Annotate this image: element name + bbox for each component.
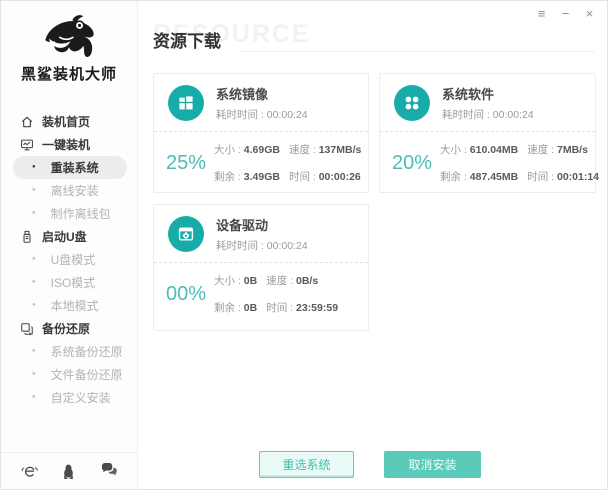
stat-speed: 速度 : 0B/s: [266, 273, 338, 288]
sidebar-item-label: 系统备份还原: [51, 343, 123, 360]
sidebar-item-label: 启动U盘: [42, 228, 87, 245]
ie-icon[interactable]: [21, 463, 38, 480]
card-head-text: 系统软件 耗时时间 : 00:00:24: [442, 84, 534, 122]
sidebar-item-backup-restore[interactable]: 备份还原: [19, 317, 131, 340]
stat-remaining: 剩余 : 487.45MB: [440, 169, 518, 184]
card-header: 系统镜像 耗时时间 : 00:00:24: [154, 74, 368, 132]
card-stats: 20% 大小 : 610.04MB 速度 : 7MB/s 剩余 : 487.45…: [380, 132, 595, 190]
reselect-system-button[interactable]: 重选系统: [259, 451, 354, 478]
sidebar-item-iso-mode[interactable]: ISO模式: [19, 271, 131, 294]
stat-size: 大小 : 4.69GB: [214, 142, 280, 157]
app-logo: 黑鲨装机大师: [1, 1, 137, 84]
app-title: 黑鲨装机大师: [1, 63, 137, 84]
stat-speed: 速度 : 7MB/s: [527, 142, 599, 157]
sidebar-item-label: 本地模式: [51, 297, 99, 314]
window-controls: ≡ − ×: [534, 6, 597, 22]
sidebar-item-usb-mode[interactable]: U盘模式: [19, 248, 131, 271]
sidebar-item-label: 制作离线包: [51, 205, 111, 222]
sidebar-item-label: 备份还原: [42, 320, 90, 337]
stat-remaining: 剩余 : 0B: [214, 300, 257, 315]
card-title: 系统镜像: [216, 84, 308, 103]
sidebar-item-label: 离线安装: [51, 182, 99, 199]
card-head-text: 设备驱动 耗时时间 : 00:00:24: [216, 215, 308, 253]
sidebar-footer: [1, 452, 137, 489]
qq-icon[interactable]: [61, 463, 78, 480]
stat-remaining: 剩余 : 3.49GB: [214, 169, 280, 184]
sidebar-item-label: 自定义安装: [51, 389, 111, 406]
download-card-system-image: 系统镜像 耗时时间 : 00:00:24 25% 大小 : 4.69GB 速度 …: [153, 73, 369, 193]
stat-time: 时间 : 00:00:26: [289, 169, 361, 184]
sidebar-item-label: 文件备份还原: [51, 366, 123, 383]
stat-grid: 大小 : 610.04MB 速度 : 7MB/s 剩余 : 487.45MB 时…: [440, 142, 599, 184]
sidebar: 黑鲨装机大师 装机首页 一键装机 重装系统 离线安装 制: [1, 1, 138, 489]
sidebar-item-file-backup-restore[interactable]: 文件备份还原: [19, 363, 131, 386]
sidebar-item-one-key-install[interactable]: 一键装机: [19, 133, 131, 156]
sidebar-item-label: ISO模式: [51, 274, 96, 291]
page-title: 资源下载: [153, 27, 221, 52]
stat-time: 时间 : 00:01:14: [527, 169, 599, 184]
shark-logo-icon: [1, 11, 137, 61]
sidebar-item-install-home[interactable]: 装机首页: [19, 110, 131, 133]
menu-button[interactable]: ≡: [534, 6, 549, 22]
sidebar-item-system-backup-restore[interactable]: 系统备份还原: [19, 340, 131, 363]
minimize-button[interactable]: −: [558, 6, 573, 22]
card-title: 设备驱动: [216, 215, 308, 234]
elapsed-time: 耗时时间 : 00:00:24: [442, 107, 534, 122]
card-header: 设备驱动 耗时时间 : 00:00:24: [154, 205, 368, 263]
sidebar-menu: 装机首页 一键装机 重装系统 离线安装 制作离线包 启动U盘: [1, 110, 137, 409]
software-icon: [394, 85, 430, 121]
elapsed-time: 耗时时间 : 00:00:24: [216, 238, 308, 253]
title-divider: [238, 51, 595, 52]
main-content: ≡ − × RESOURCE 资源下载 系统镜像 耗时时间 : 00:00:24…: [138, 1, 607, 489]
sidebar-item-label: U盘模式: [51, 251, 96, 268]
stat-grid: 大小 : 4.69GB 速度 : 137MB/s 剩余 : 3.49GB 时间 …: [214, 142, 361, 184]
monitor-icon: [19, 137, 34, 152]
card-head-text: 系统镜像 耗时时间 : 00:00:24: [216, 84, 308, 122]
sidebar-item-reinstall-system[interactable]: 重装系统: [13, 156, 127, 179]
cancel-install-button[interactable]: 取消安装: [384, 451, 481, 478]
stat-time: 时间 : 23:59:59: [266, 300, 338, 315]
card-stats: 25% 大小 : 4.69GB 速度 : 137MB/s 剩余 : 3.49GB…: [154, 132, 368, 190]
sidebar-item-boot-usb[interactable]: 启动U盘: [19, 225, 131, 248]
app-window: 黑鲨装机大师 装机首页 一键装机 重装系统 离线安装 制: [0, 0, 608, 490]
progress-percent: 25%: [166, 152, 206, 175]
card-title: 系统软件: [442, 84, 534, 103]
sidebar-item-label: 重装系统: [51, 159, 99, 176]
stat-size: 大小 : 0B: [214, 273, 257, 288]
sidebar-item-label: 装机首页: [42, 113, 90, 130]
download-card-system-software: 系统软件 耗时时间 : 00:00:24 20% 大小 : 610.04MB 速…: [379, 73, 596, 193]
sidebar-item-custom-install[interactable]: 自定义安装: [19, 386, 131, 409]
elapsed-time: 耗时时间 : 00:00:24: [216, 107, 308, 122]
stat-size: 大小 : 610.04MB: [440, 142, 518, 157]
home-icon: [19, 114, 34, 129]
card-stats: 00% 大小 : 0B 速度 : 0B/s 剩余 : 0B 时间 : 23:59…: [154, 263, 368, 321]
sidebar-item-local-mode[interactable]: 本地模式: [19, 294, 131, 317]
sidebar-item-make-offline-pack[interactable]: 制作离线包: [19, 202, 131, 225]
device-driver-icon: [168, 216, 204, 252]
close-button[interactable]: ×: [582, 6, 597, 22]
sidebar-item-offline-install[interactable]: 离线安装: [19, 179, 131, 202]
system-image-icon: [168, 85, 204, 121]
stat-grid: 大小 : 0B 速度 : 0B/s 剩余 : 0B 时间 : 23:59:59: [214, 273, 338, 315]
chat-bubbles-icon[interactable]: [100, 463, 117, 480]
backup-restore-icon: [19, 321, 34, 336]
progress-percent: 00%: [166, 283, 206, 306]
usb-drive-icon: [19, 229, 34, 244]
download-card-device-driver: 设备驱动 耗时时间 : 00:00:24 00% 大小 : 0B 速度 : 0B…: [153, 204, 369, 331]
card-header: 系统软件 耗时时间 : 00:00:24: [380, 74, 595, 132]
progress-percent: 20%: [392, 152, 432, 175]
sidebar-item-label: 一键装机: [42, 136, 90, 153]
stat-speed: 速度 : 137MB/s: [289, 142, 361, 157]
